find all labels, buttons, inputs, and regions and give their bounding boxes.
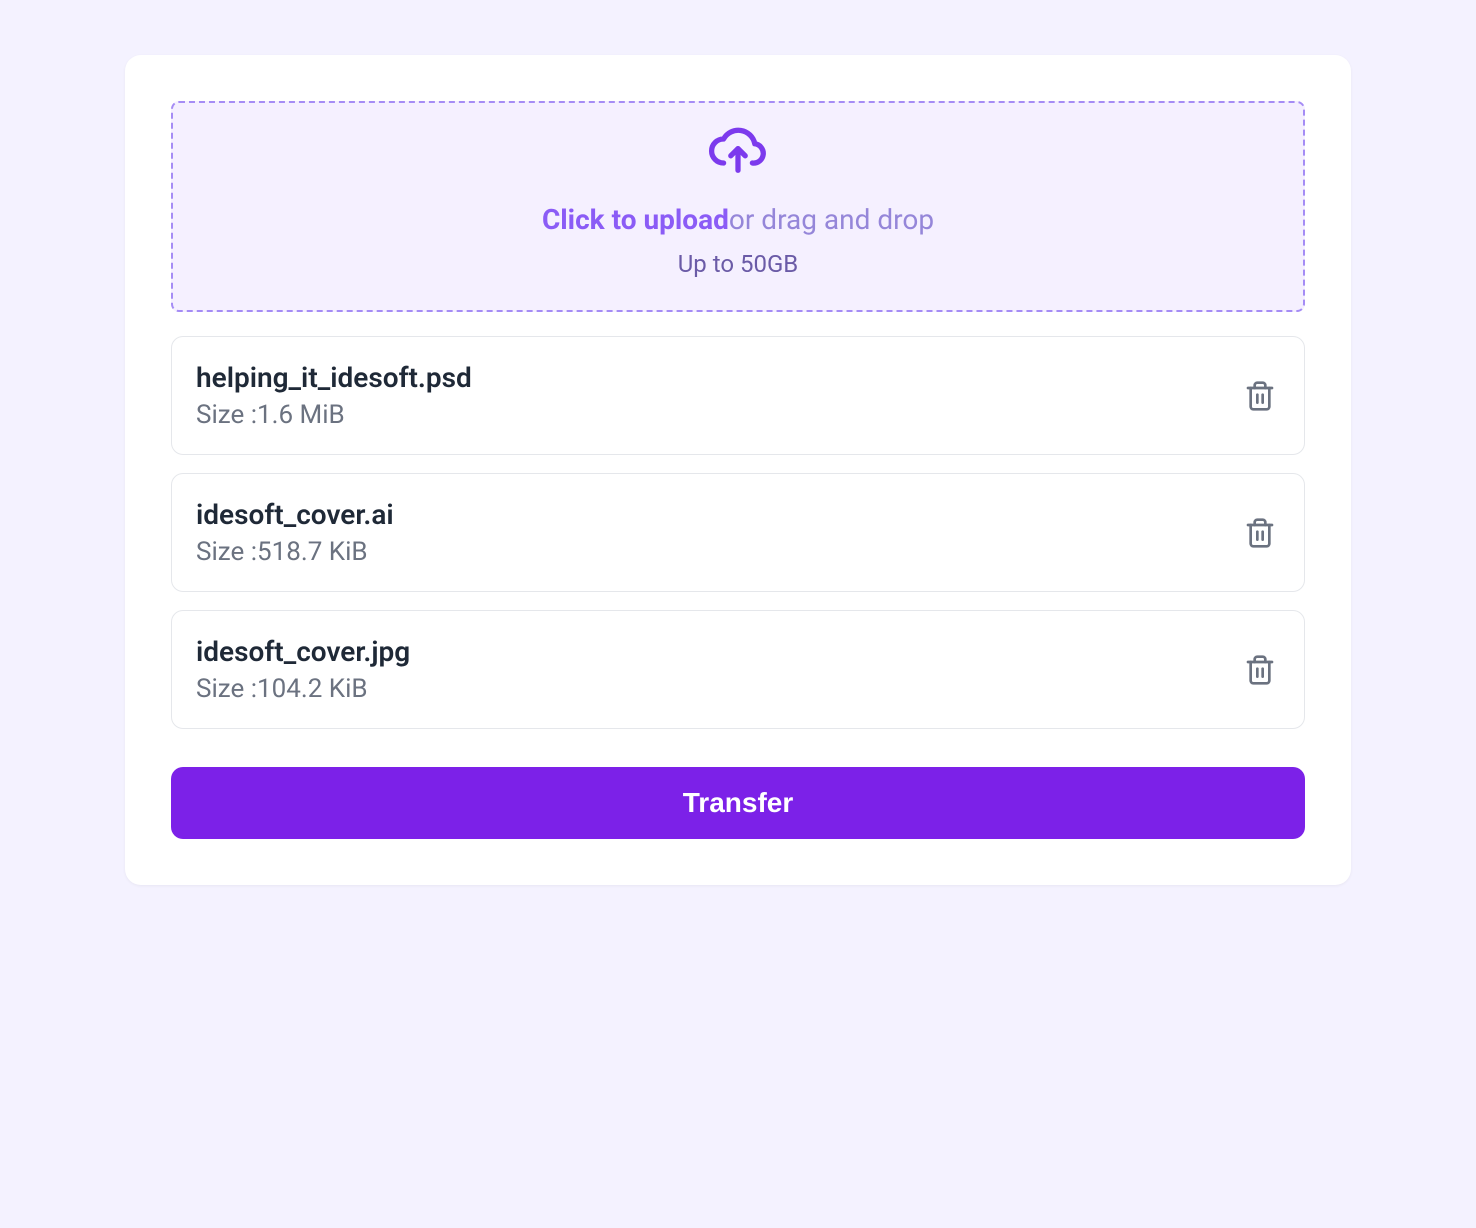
file-size: Size :1.6 MiB <box>196 400 472 430</box>
file-size: Size :104.2 KiB <box>196 674 410 704</box>
trash-icon <box>1244 378 1276 414</box>
upload-hint: Up to 50GB <box>678 250 799 278</box>
file-size: Size :518.7 KiB <box>196 537 394 567</box>
file-item: helping_it_idesoft.psd Size :1.6 MiB <box>171 336 1305 455</box>
file-list: helping_it_idesoft.psd Size :1.6 MiB ide… <box>171 336 1305 729</box>
file-item: idesoft_cover.jpg Size :104.2 KiB <box>171 610 1305 729</box>
trash-icon <box>1244 652 1276 688</box>
delete-file-button[interactable] <box>1240 511 1280 555</box>
upload-text: Click to uploador drag and drop <box>542 203 934 236</box>
transfer-button[interactable]: Transfer <box>171 767 1305 839</box>
file-info: idesoft_cover.jpg Size :104.2 KiB <box>196 635 410 704</box>
upload-label-bold: Click to upload <box>542 203 729 236</box>
file-info: helping_it_idesoft.psd Size :1.6 MiB <box>196 361 472 430</box>
upload-card: Click to uploador drag and drop Up to 50… <box>125 55 1351 885</box>
upload-dropzone[interactable]: Click to uploador drag and drop Up to 50… <box>171 101 1305 312</box>
upload-label-rest: or drag and drop <box>729 203 934 236</box>
trash-icon <box>1244 515 1276 551</box>
cloud-upload-icon <box>708 127 768 175</box>
file-item: idesoft_cover.ai Size :518.7 KiB <box>171 473 1305 592</box>
file-name: idesoft_cover.ai <box>196 498 394 531</box>
file-name: idesoft_cover.jpg <box>196 635 410 668</box>
file-name: helping_it_idesoft.psd <box>196 361 472 394</box>
file-info: idesoft_cover.ai Size :518.7 KiB <box>196 498 394 567</box>
delete-file-button[interactable] <box>1240 374 1280 418</box>
delete-file-button[interactable] <box>1240 648 1280 692</box>
